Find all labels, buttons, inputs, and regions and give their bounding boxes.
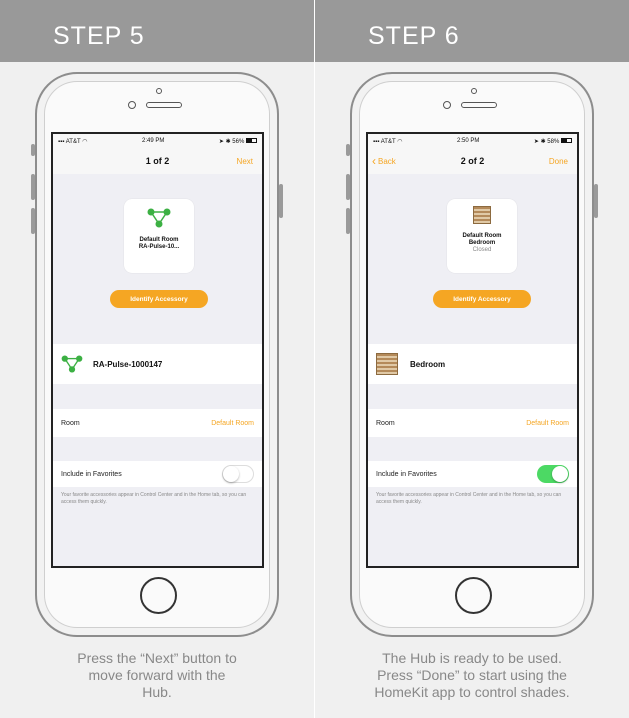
front-camera <box>443 101 451 109</box>
step-title: STEP 6 <box>315 0 629 62</box>
favorites-label: Include in Favorites <box>376 470 437 478</box>
card-name: Bedroom <box>468 240 496 246</box>
wifi-icon: ◠ <box>397 138 403 145</box>
status-bar: ▪▪▪ AT&T ◠ 2:49 PM ➤ ✱ 56% <box>53 134 262 148</box>
location-icon: ➤ <box>533 138 539 145</box>
volume-up-button <box>346 174 350 200</box>
earpiece-speaker <box>461 102 497 108</box>
favorites-toggle[interactable] <box>222 465 254 483</box>
status-bar: ▪▪▪ AT&T ◠ 2:50 PM ➤ ✱ 58% <box>368 134 577 148</box>
nav-bar: ‹ Back 2 of 2 Done <box>368 148 577 174</box>
identify-accessory-button[interactable]: Identify Accessory <box>433 290 531 308</box>
battery-percent: 56% <box>232 138 245 145</box>
accessory-name-row[interactable]: Bedroom <box>368 344 577 384</box>
room-value: Default Room <box>526 419 569 427</box>
back-label: Back <box>378 156 396 166</box>
phone-frame: ▪▪▪ AT&T ◠ 2:50 PM ➤ ✱ 58% ‹ Back 2 of 2 … <box>346 72 598 637</box>
toggle-knob <box>223 466 239 482</box>
signal-icon: ▪▪▪ <box>58 138 65 145</box>
carrier: AT&T <box>65 138 81 145</box>
battery-icon <box>560 138 572 144</box>
next-button[interactable]: Next <box>237 157 253 166</box>
accessory-name: RA-Pulse-1000147 <box>93 359 163 369</box>
hub-network-icon <box>147 208 171 228</box>
caption-line: HomeKit app to control shades. <box>374 684 570 700</box>
favorites-row: Include in Favorites <box>368 461 577 487</box>
power-button <box>279 184 283 218</box>
caption-line: Press “Done” to start using the <box>377 667 567 683</box>
chevron-left-icon: ‹ <box>372 154 376 168</box>
mute-switch <box>346 144 350 156</box>
room-row[interactable]: Room Default Room <box>53 409 262 437</box>
favorites-label: Include in Favorites <box>61 470 122 478</box>
room-value: Default Room <box>211 419 254 427</box>
accessory-card: Default Room Bedroom Closed <box>447 199 517 273</box>
favorites-note: Your favorite accessories appear in Cont… <box>61 492 247 505</box>
hub-network-icon <box>61 355 83 373</box>
mute-switch <box>31 144 35 156</box>
earpiece-speaker <box>146 102 182 108</box>
done-button[interactable]: Done <box>549 157 568 166</box>
clock: 2:49 PM <box>141 138 165 144</box>
clock: 2:50 PM <box>456 138 480 144</box>
caption-line: Press the “Next” button to <box>77 650 237 666</box>
volume-down-button <box>346 208 350 234</box>
window-shade-icon <box>473 206 491 224</box>
proximity-sensor <box>156 88 162 94</box>
location-icon: ➤ <box>218 138 224 145</box>
phone-screen: ▪▪▪ AT&T ◠ 2:50 PM ➤ ✱ 58% ‹ Back 2 of 2 … <box>366 132 579 568</box>
caption-line: Hub. <box>142 684 172 700</box>
step-title: STEP 5 <box>0 0 314 62</box>
step-6-panel: STEP 6 ▪▪▪ AT&T ◠ 2:50 PM ➤ ✱ 58% ‹ Back … <box>315 0 629 718</box>
battery-icon <box>245 138 257 144</box>
accessory-name: Bedroom <box>410 359 446 369</box>
back-button[interactable]: ‹ Back <box>372 155 396 167</box>
accessory-card: Default Room RA-Pulse-10... <box>124 199 194 273</box>
nav-bar: 1 of 2 Next <box>53 148 262 174</box>
identify-accessory-button[interactable]: Identify Accessory <box>110 290 208 308</box>
card-room: Default Room <box>462 233 502 239</box>
window-shade-icon <box>376 353 398 375</box>
step-caption: The Hub is ready to be used. Press “Done… <box>315 650 629 701</box>
favorites-toggle[interactable] <box>537 465 569 483</box>
proximity-sensor <box>471 88 477 94</box>
carrier: AT&T <box>380 138 396 145</box>
bluetooth-icon: ✱ <box>540 138 546 145</box>
power-button <box>594 184 598 218</box>
favorites-row: Include in Favorites <box>53 461 262 487</box>
bluetooth-icon: ✱ <box>225 138 231 145</box>
home-button[interactable] <box>455 577 492 614</box>
home-button[interactable] <box>140 577 177 614</box>
battery-percent: 58% <box>547 138 560 145</box>
room-label: Room <box>376 419 395 427</box>
nav-title: 2 of 2 <box>460 156 485 166</box>
card-state: Closed <box>472 247 492 253</box>
wifi-icon: ◠ <box>82 138 88 145</box>
phone-frame: ▪▪▪ AT&T ◠ 2:49 PM ➤ ✱ 56% 1 of 2 Next D… <box>31 72 283 637</box>
toggle-knob <box>552 466 568 482</box>
signal-icon: ▪▪▪ <box>373 138 380 145</box>
card-room: Default Room <box>139 237 179 243</box>
nav-title: 1 of 2 <box>145 156 170 166</box>
volume-up-button <box>31 174 35 200</box>
front-camera <box>128 101 136 109</box>
phone-screen: ▪▪▪ AT&T ◠ 2:49 PM ➤ ✱ 56% 1 of 2 Next D… <box>51 132 264 568</box>
volume-down-button <box>31 208 35 234</box>
step-5-panel: STEP 5 ▪▪▪ AT&T ◠ 2:49 PM ➤ ✱ 56% 1 of 2… <box>0 0 314 718</box>
caption-line: The Hub is ready to be used. <box>382 650 562 666</box>
favorites-note: Your favorite accessories appear in Cont… <box>376 492 562 505</box>
caption-line: move forward with the <box>88 667 226 683</box>
room-label: Room <box>61 419 80 427</box>
room-row[interactable]: Room Default Room <box>368 409 577 437</box>
accessory-name-row[interactable]: RA-Pulse-1000147 <box>53 344 262 384</box>
card-name: RA-Pulse-10... <box>138 244 180 250</box>
step-caption: Press the “Next” button to move forward … <box>0 650 314 701</box>
